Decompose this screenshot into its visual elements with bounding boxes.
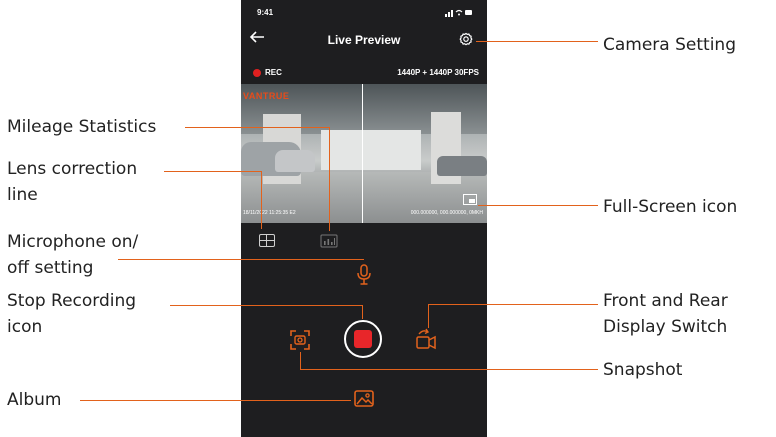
snapshot-icon[interactable] [289,329,311,351]
leader-mileage-statistics [185,127,330,128]
leader-front-rear [428,304,598,305]
leader-stop-recording-drop [362,305,363,319]
leader-full-screen [478,205,598,206]
brand-overlay: VANTRUE [243,91,290,101]
leader-front-rear-drop [428,304,429,328]
leader-mileage-statistics-drop [329,127,330,231]
status-icons [445,8,473,19]
stop-recording-button[interactable] [344,320,382,358]
video-car [437,156,487,176]
label-front-rear-2: Display Switch [603,317,728,337]
full-screen-icon[interactable] [463,194,477,205]
leader-lens-correction-drop [261,171,262,229]
leader-snapshot [300,369,598,370]
label-microphone-2: off setting [7,258,94,278]
video-wall [321,130,421,170]
phone-screen: 9:41 Live Preview REC 1440P + 1440P 30FP… [241,0,487,437]
label-mileage-statistics: Mileage Statistics [7,117,157,137]
leader-camera-setting [476,41,598,42]
label-microphone-1: Microphone on/ [7,232,139,252]
nav-bar: Live Preview [241,30,487,52]
label-lens-correction-2: line [7,185,38,205]
leader-microphone [118,259,364,260]
label-album: Album [7,390,62,410]
lens-correction-icon[interactable] [259,234,275,247]
rec-label: REC [265,68,282,77]
video-car [275,150,315,172]
resolution-label: 1440P + 1440P 30FPS [397,68,479,77]
front-rear-switch-icon[interactable] [414,327,438,351]
front-rear-divider [362,84,363,223]
label-full-screen-icon: Full-Screen icon [603,197,738,217]
live-video-preview[interactable]: VANTRUE 18/11/2022 11:25:35 E2 000.00000… [241,84,487,223]
rec-dot-icon [253,69,261,77]
gps-readout: 000.000000, 000.000000, 0MKH [410,210,483,216]
leader-album [80,400,351,401]
status-bar: 9:41 [241,8,487,22]
leader-snapshot-rise [300,352,301,369]
status-time: 9:41 [257,8,274,17]
leader-stop-recording [170,305,363,306]
label-front-rear-1: Front and Rear [603,291,728,311]
label-stop-recording-2: icon [7,317,43,337]
label-snapshot: Snapshot [603,360,683,380]
page-title: Live Preview [327,33,401,47]
gear-icon[interactable] [458,31,474,52]
label-camera-setting: Camera Setting [603,35,736,55]
video-timestamp: 18/11/2022 11:25:35 E2 [243,210,296,216]
stop-square-icon [354,330,372,348]
label-stop-recording-1: Stop Recording [7,291,137,311]
mileage-statistics-icon[interactable] [320,234,338,248]
label-lens-correction-1: Lens correction [7,159,138,179]
microphone-icon[interactable] [355,263,373,287]
leader-lens-correction [164,171,262,172]
recording-status-bar: REC 1440P + 1440P 30FPS [241,66,487,80]
album-icon[interactable] [353,389,375,409]
